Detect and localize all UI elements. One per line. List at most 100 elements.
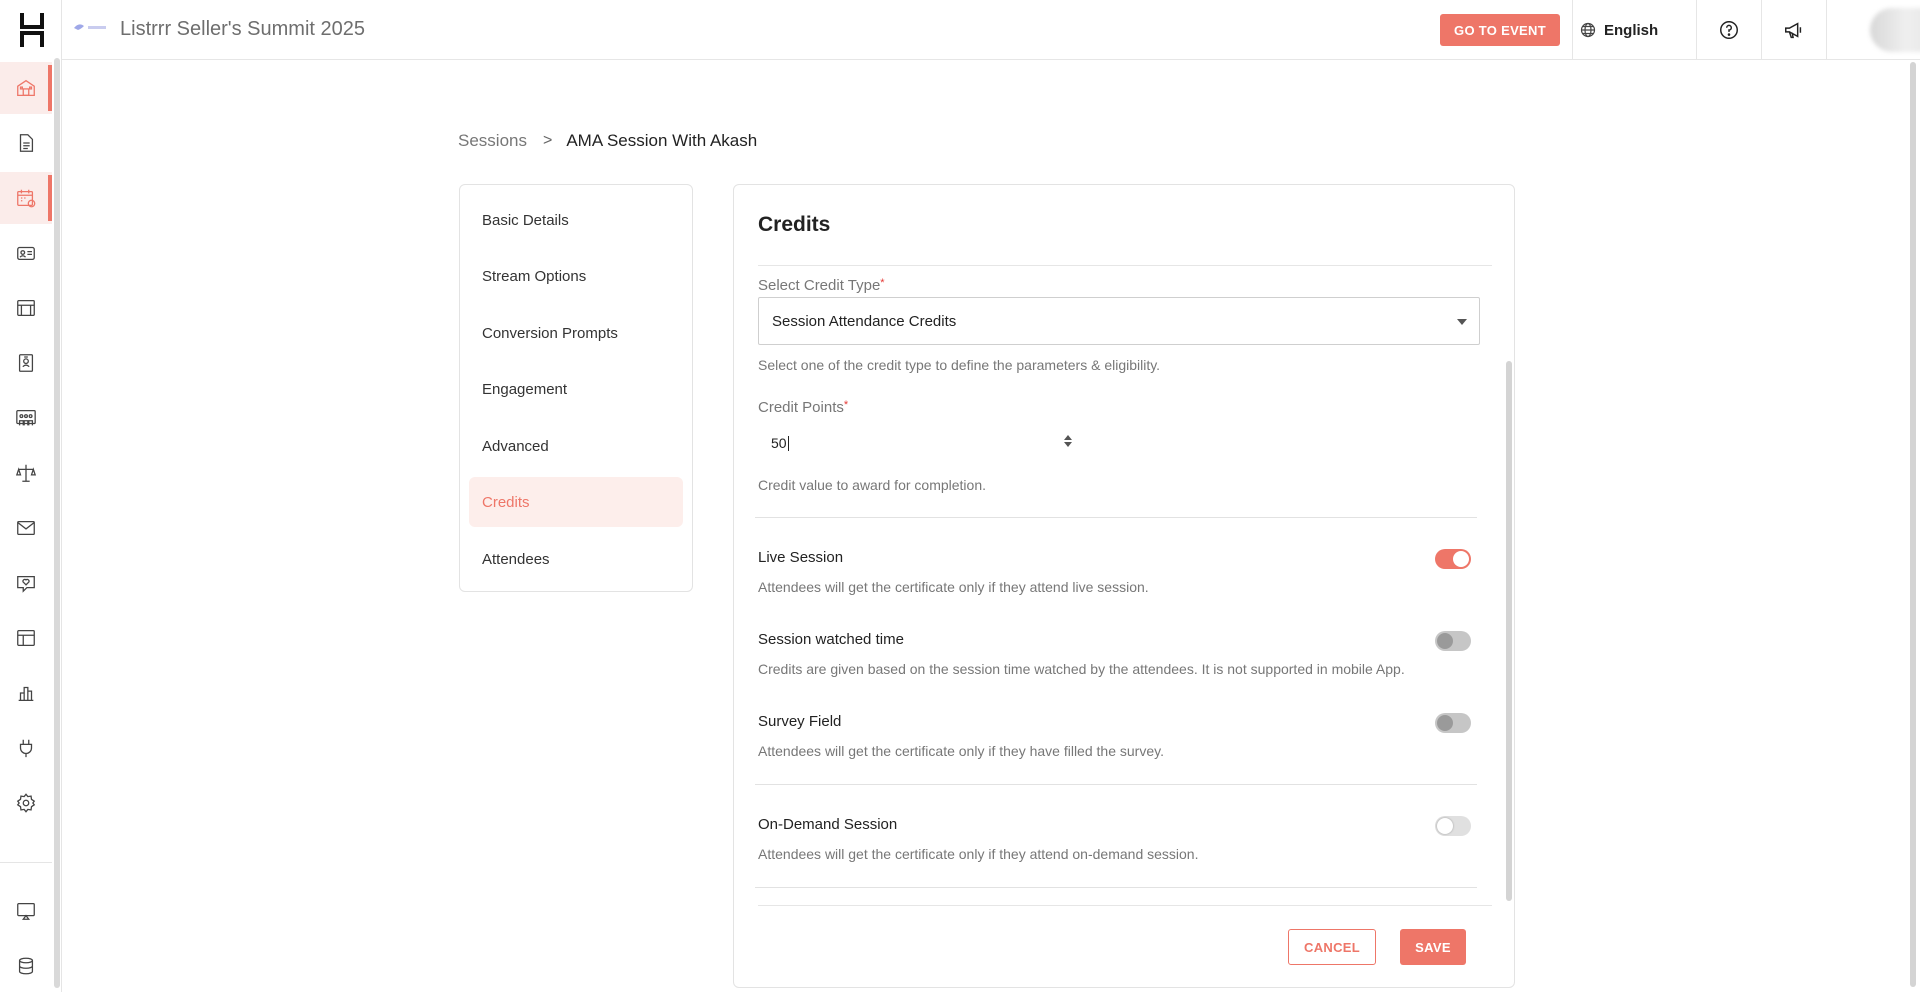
dropdown-caret-icon bbox=[1457, 319, 1467, 325]
rail-registrations[interactable] bbox=[0, 227, 52, 279]
required-marker: * bbox=[843, 399, 849, 411]
section-advanced[interactable]: Advanced bbox=[469, 421, 683, 471]
credit-points-hint: Credit value to award for completion. bbox=[758, 477, 986, 493]
section-attendees[interactable]: Attendees bbox=[469, 534, 683, 584]
toggle-knob bbox=[1453, 551, 1469, 567]
left-nav-rail bbox=[0, 0, 62, 992]
rail-lounge[interactable] bbox=[0, 392, 52, 444]
live-session-toggle[interactable] bbox=[1435, 549, 1471, 569]
integrations-icon bbox=[19, 739, 33, 758]
section-divider bbox=[755, 784, 1477, 785]
rail-scrollbar[interactable] bbox=[54, 58, 60, 988]
rail-event-home[interactable] bbox=[0, 62, 52, 114]
session-watched-time-toggle[interactable] bbox=[1435, 631, 1471, 651]
text-cursor bbox=[787, 435, 789, 451]
brand-logo-icon bbox=[74, 24, 106, 30]
rail-integrations[interactable] bbox=[0, 722, 52, 774]
breadcrumb-current: AMA Session With Akash bbox=[566, 131, 758, 150]
rail-networking[interactable] bbox=[0, 447, 52, 499]
badge-icon bbox=[18, 354, 34, 372]
title-divider bbox=[758, 265, 1492, 266]
topbar-divider bbox=[1826, 0, 1827, 60]
rail-documents[interactable] bbox=[0, 117, 52, 169]
event-home-icon bbox=[17, 79, 35, 96]
toggle-knob bbox=[1437, 633, 1453, 649]
credit-type-label: Select Credit Type* bbox=[758, 277, 885, 294]
app-logo[interactable] bbox=[19, 13, 45, 47]
help-button[interactable] bbox=[1697, 0, 1761, 60]
required-marker: * bbox=[880, 277, 885, 289]
session-watched-time-label: Session watched time bbox=[758, 631, 904, 648]
credit-type-select[interactable]: Session Attendance Credits bbox=[758, 297, 1480, 345]
stepper-down-icon[interactable] bbox=[1064, 442, 1072, 447]
save-button[interactable]: SAVE bbox=[1400, 929, 1466, 965]
breadcrumb-sessions-link[interactable]: Sessions bbox=[458, 131, 527, 151]
toggle-knob bbox=[1437, 715, 1453, 731]
megaphone-icon bbox=[1785, 22, 1802, 39]
section-divider bbox=[755, 517, 1477, 518]
on-demand-session-toggle[interactable] bbox=[1435, 816, 1471, 836]
credit-points-value: 50 bbox=[771, 435, 787, 451]
section-credits[interactable]: Credits bbox=[469, 477, 683, 527]
credit-type-hint: Select one of the credit type to define … bbox=[758, 357, 1161, 373]
session-watched-time-desc: Credits are given based on the session t… bbox=[758, 661, 1405, 677]
survey-field-toggle[interactable] bbox=[1435, 713, 1471, 733]
section-conversion-prompts[interactable]: Conversion Prompts bbox=[469, 308, 683, 358]
rail-settings[interactable] bbox=[0, 777, 52, 829]
credits-title: Credits bbox=[758, 213, 831, 236]
credits-card: Credits Select Credit Type* Session Atte… bbox=[733, 184, 1515, 988]
credit-type-value: Session Attendance Credits bbox=[772, 312, 957, 330]
layout-icon bbox=[17, 630, 35, 646]
card-scrollbar[interactable] bbox=[1506, 361, 1512, 901]
language-label: English bbox=[1604, 21, 1659, 39]
mail-icon bbox=[17, 520, 35, 536]
rail-database[interactable] bbox=[0, 940, 52, 992]
credit-points-label: Credit Points* bbox=[758, 399, 848, 416]
credit-points-input[interactable]: 50 bbox=[758, 428, 1078, 458]
credit-points-label-text: Credit Points bbox=[758, 399, 844, 416]
present-icon bbox=[17, 903, 35, 920]
number-stepper[interactable] bbox=[1063, 433, 1073, 453]
topbar-divider bbox=[1572, 0, 1573, 60]
breadcrumb: Sessions > AMA Session With Akash bbox=[458, 131, 757, 151]
analytics-icon bbox=[18, 686, 34, 701]
survey-field-label: Survey Field bbox=[758, 713, 842, 730]
cancel-button[interactable]: CANCEL bbox=[1288, 929, 1376, 965]
toggle-knob bbox=[1437, 818, 1453, 834]
announcements-button[interactable] bbox=[1762, 0, 1826, 60]
section-stream-options[interactable]: Stream Options bbox=[469, 251, 683, 301]
rail-divider bbox=[0, 862, 52, 863]
user-avatar[interactable] bbox=[1870, 8, 1920, 52]
live-session-desc: Attendees will get the certificate only … bbox=[758, 579, 1149, 595]
page-scrollbar[interactable] bbox=[1910, 62, 1916, 987]
language-selector[interactable]: English bbox=[1580, 0, 1658, 60]
settings-icon bbox=[16, 793, 36, 813]
globe-icon bbox=[1580, 22, 1596, 38]
credit-type-label-text: Select Credit Type bbox=[758, 277, 881, 294]
rail-mail[interactable] bbox=[0, 502, 52, 554]
lounge-icon bbox=[16, 410, 36, 426]
live-session-label: Live Session bbox=[758, 549, 844, 566]
go-to-event-button[interactable]: GO TO EVENT bbox=[1440, 14, 1560, 46]
rail-analytics[interactable] bbox=[0, 667, 52, 719]
rail-sessions[interactable] bbox=[0, 172, 52, 224]
event-title: Listrrr Seller's Summit 2025 bbox=[120, 18, 365, 40]
section-divider bbox=[755, 887, 1477, 888]
database-icon bbox=[18, 957, 34, 975]
rail-present[interactable] bbox=[0, 885, 52, 937]
section-basic-details[interactable]: Basic Details bbox=[469, 195, 683, 245]
rail-badges[interactable] bbox=[0, 337, 52, 389]
breadcrumb-chevron-icon: > bbox=[542, 132, 553, 149]
on-demand-session-desc: Attendees will get the certificate only … bbox=[758, 846, 1199, 862]
on-demand-session-label: On-Demand Session bbox=[758, 816, 898, 833]
rail-engagement[interactable] bbox=[0, 557, 52, 609]
top-bar: Listrrr Seller's Summit 2025 GO TO EVENT… bbox=[62, 0, 1920, 60]
session-section-nav: Basic Details Stream Options Conversion … bbox=[459, 184, 693, 592]
chat-heart-icon bbox=[17, 575, 35, 593]
section-engagement[interactable]: Engagement bbox=[469, 364, 683, 414]
rail-layout[interactable] bbox=[0, 612, 52, 664]
rail-booths[interactable] bbox=[0, 282, 52, 334]
footer-divider bbox=[758, 905, 1492, 906]
stepper-up-icon[interactable] bbox=[1064, 435, 1072, 440]
networking-icon bbox=[15, 464, 37, 482]
